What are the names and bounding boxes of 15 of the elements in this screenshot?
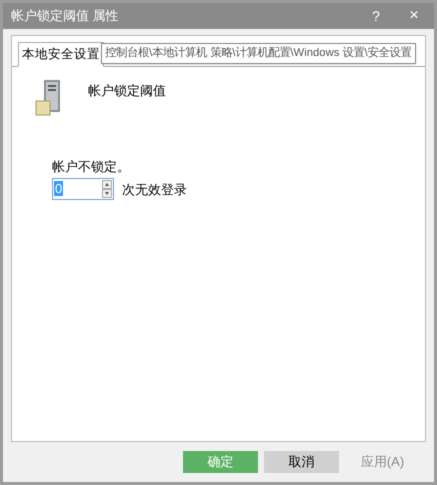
path-tooltip: 控制台根\本地计算机 策略\计算机配置\Windows 设置\安全设置: [101, 43, 416, 64]
window-title: 帐户锁定阈值 属性: [11, 7, 120, 26]
up-arrow-icon[interactable]: [102, 180, 112, 190]
down-arrow-icon[interactable]: [102, 189, 112, 198]
count-value: 0: [54, 181, 64, 196]
dialog-button[interactable]: 应用(A): [345, 451, 420, 473]
dialog-button[interactable]: 确定: [183, 451, 258, 473]
count-spinbox[interactable]: 0: [52, 178, 114, 200]
dialog-button[interactable]: 取消: [264, 451, 339, 473]
policy-name: 帐户锁定阈值: [88, 82, 166, 100]
tab[interactable]: 本地安全设置: [18, 42, 104, 67]
help-button[interactable]: ?: [364, 6, 388, 26]
unit-label: 次无效登录: [122, 180, 187, 198]
status-text: 帐户不锁定。: [52, 158, 131, 176]
close-button[interactable]: ×: [402, 4, 426, 28]
